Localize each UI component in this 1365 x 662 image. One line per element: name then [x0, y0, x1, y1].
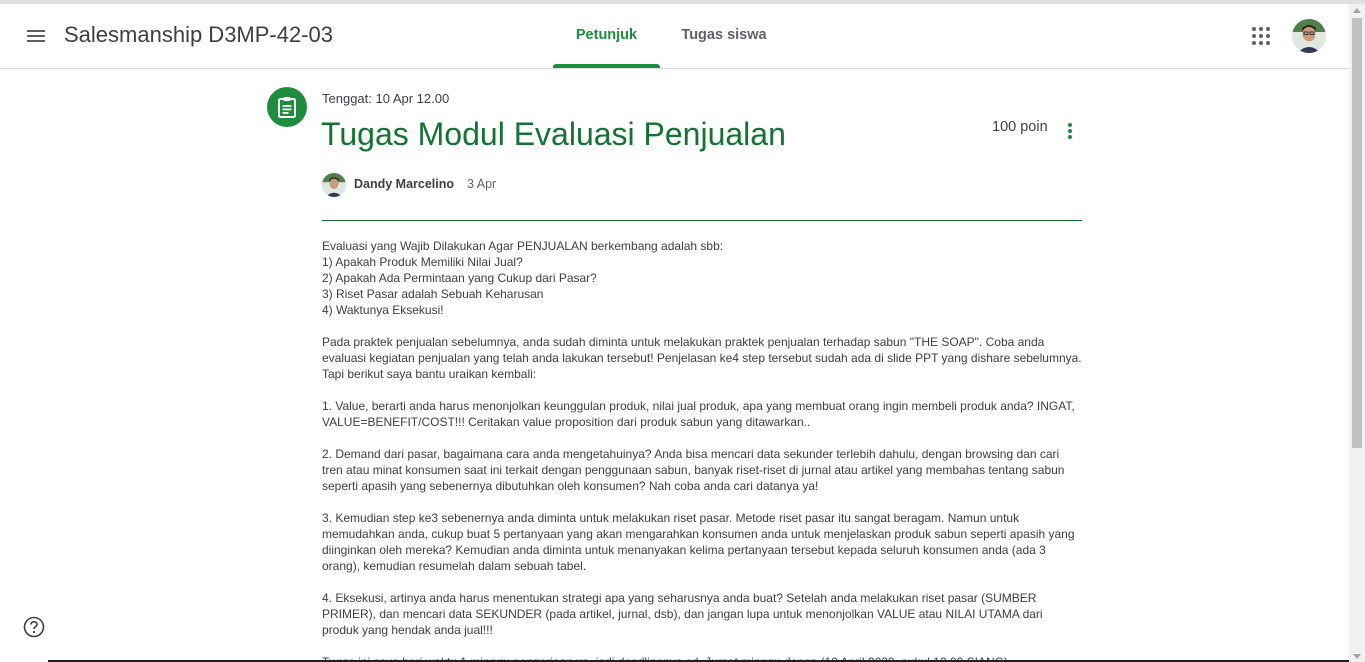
classroom-header: Salesmanship D3MP-42-03 Petunjuk Tugas s…	[0, 4, 1349, 69]
author-name: Dandy Marcelino	[354, 177, 455, 191]
more-options-button[interactable]	[1061, 120, 1079, 142]
help-button[interactable]	[23, 616, 45, 638]
assignment-icon	[278, 97, 296, 118]
tab-petunjuk[interactable]: Petunjuk	[553, 4, 660, 68]
instruction-paragraph: 4. Eksekusi, artinya anda harus menentuk…	[322, 591, 1043, 637]
menu-icon	[27, 30, 45, 42]
class-title[interactable]: Salesmanship D3MP-42-03	[64, 22, 333, 48]
assignment-instructions: Evaluasi yang Wajib Dilakukan Agar PENJU…	[322, 238, 1082, 662]
active-tab-indicator	[553, 64, 660, 68]
tab-tugas-siswa[interactable]: Tugas siswa	[672, 4, 776, 68]
due-date: Tenggat: 10 Apr 12.00	[322, 91, 450, 106]
assignment-type-badge	[267, 87, 307, 127]
assignment-title: Tugas Modul Evaluasi Penjualan	[321, 116, 786, 152]
author-photo-icon	[322, 173, 346, 197]
tab-petunjuk-label: Petunjuk	[575, 27, 638, 43]
points-value: 100 poin	[992, 119, 1048, 135]
instruction-paragraph: Pada praktek penjualan sebelumnya, anda …	[322, 335, 1082, 381]
instruction-paragraph: 2. Demand dari pasar, bagaimana cara and…	[322, 447, 1065, 493]
help-icon	[23, 616, 45, 638]
instruction-paragraph: 3. Kemudian step ke3 sebenernya anda dim…	[322, 511, 1075, 573]
page-scrollbar[interactable]	[1349, 4, 1365, 662]
header-divider	[322, 220, 1082, 221]
instruction-paragraph: 1. Value, berarti anda harus menonjolkan…	[322, 399, 1075, 429]
google-apps-button[interactable]	[1247, 22, 1275, 50]
scroll-down-arrow-icon[interactable]	[1353, 654, 1361, 659]
scroll-up-arrow-icon[interactable]	[1353, 8, 1361, 13]
tab-tugas-siswa-label: Tugas siswa	[681, 27, 767, 43]
author-avatar	[322, 173, 346, 197]
main-menu-button[interactable]	[20, 20, 52, 52]
user-photo-icon	[1292, 19, 1326, 53]
post-date: 3 Apr	[467, 177, 497, 191]
scrollbar-thumb[interactable]	[1352, 18, 1362, 448]
instruction-paragraph: Evaluasi yang Wajib Dilakukan Agar PENJU…	[322, 239, 724, 317]
apps-grid-icon	[1252, 27, 1270, 45]
account-avatar[interactable]	[1292, 19, 1326, 53]
